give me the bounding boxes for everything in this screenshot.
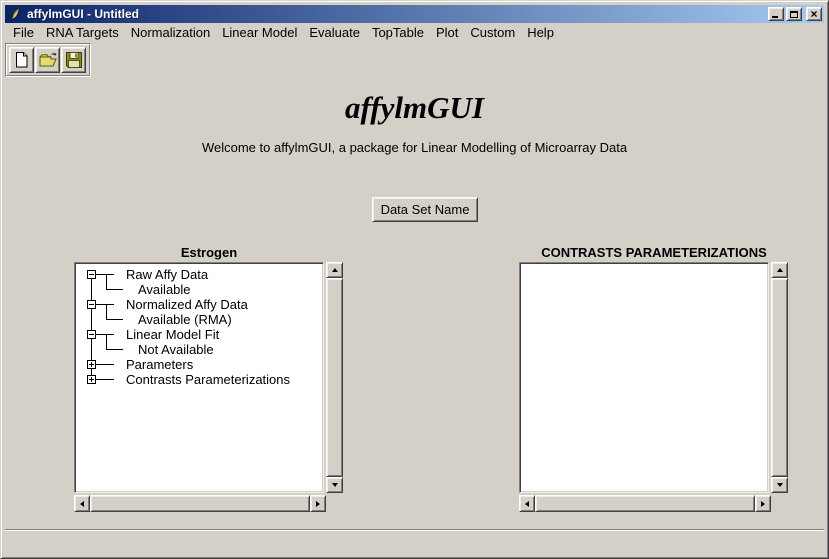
data-set-name-button[interactable]: Data Set Name (372, 197, 478, 222)
arrow-left-icon (525, 501, 529, 507)
toolbar-inner (6, 44, 90, 76)
status-tree: Raw Affy DataAvailableNormalized Affy Da… (76, 264, 322, 491)
arrow-left-icon (80, 501, 84, 507)
tree-item-label[interactable]: Contrasts Parameterizations (126, 372, 290, 387)
tree-connector-line (106, 289, 123, 290)
tree-connector-line (106, 334, 107, 349)
arrow-down-icon (332, 483, 338, 487)
arrow-right-icon (316, 501, 320, 507)
contrasts-header: CONTRASTS PARAMETERIZATIONS (519, 245, 789, 260)
menu-item-evaluate[interactable]: Evaluate (303, 24, 366, 41)
contrasts-panel: CONTRASTS PARAMETERIZATIONS (519, 245, 789, 513)
window-controls: × (766, 7, 822, 21)
menu-item-toptable[interactable]: TopTable (366, 24, 430, 41)
save-floppy-icon (65, 51, 83, 69)
maximize-button[interactable] (786, 7, 802, 21)
arrow-up-icon (332, 268, 338, 272)
arrow-down-icon (777, 483, 783, 487)
scroll-left-button[interactable] (519, 495, 535, 512)
minus-icon (89, 334, 94, 335)
status-strip (5, 530, 824, 554)
menu-item-custom[interactable]: Custom (464, 24, 521, 41)
horizontal-scrollbar-thumb[interactable] (90, 495, 310, 512)
tree-expand-toggle[interactable] (87, 360, 96, 369)
scroll-left-button[interactable] (74, 495, 90, 512)
tree-connector-line (96, 274, 114, 275)
arrow-up-icon (777, 268, 783, 272)
window-title: affylmGUI - Untitled (27, 7, 139, 21)
contrasts-horizontal-scrollbar[interactable] (519, 495, 771, 512)
contrasts-list (521, 264, 767, 491)
tree-item-label[interactable]: Parameters (126, 357, 193, 372)
scroll-down-button[interactable] (771, 477, 788, 493)
scroll-up-button[interactable] (771, 262, 788, 278)
vertical-scrollbar-thumb[interactable] (326, 278, 343, 477)
titlebar[interactable]: affylmGUI - Untitled × (5, 5, 824, 23)
minimize-button[interactable] (768, 7, 784, 21)
minus-icon (89, 274, 94, 275)
tree-item-label[interactable]: Available (138, 282, 191, 297)
close-icon: × (810, 9, 817, 19)
new-file-button[interactable] (9, 47, 34, 73)
scroll-right-button[interactable] (755, 495, 771, 512)
app-title: affylmGUI (5, 90, 824, 126)
scroll-down-button[interactable] (326, 477, 343, 493)
welcome-text: Welcome to affylmGUI, a package for Line… (5, 140, 824, 155)
tree-item-label[interactable]: Normalized Affy Data (126, 297, 248, 312)
status-tree-horizontal-scrollbar[interactable] (74, 495, 326, 512)
open-folder-icon (38, 51, 58, 69)
menubar: FileRNA TargetsNormalizationLinear Model… (5, 23, 824, 42)
tree-expand-toggle[interactable] (87, 300, 96, 309)
save-file-button[interactable] (61, 47, 86, 73)
feather-icon (7, 6, 23, 22)
contrasts-vertical-scrollbar[interactable] (771, 262, 788, 493)
tree-connector-line (96, 304, 114, 305)
contrasts-listbox[interactable] (519, 262, 769, 493)
menu-item-rna-targets[interactable]: RNA Targets (40, 24, 125, 41)
tree-connector-line (106, 274, 107, 289)
tree-item-label[interactable]: Not Available (138, 342, 214, 357)
tree-item-label[interactable]: Available (RMA) (138, 312, 232, 327)
open-file-button[interactable] (35, 47, 60, 73)
tree-connector-line (106, 349, 123, 350)
status-panel: Estrogen Raw Affy DataAvailableNormalize… (74, 245, 344, 513)
tree-expand-toggle[interactable] (87, 330, 96, 339)
tree-expand-toggle[interactable] (87, 375, 96, 384)
plus-icon-vertical (91, 362, 92, 367)
scroll-up-button[interactable] (326, 262, 343, 278)
application-window: affylmGUI - Untitled × FileRNA TargetsNo… (0, 0, 829, 559)
tree-item-label[interactable]: Linear Model Fit (126, 327, 219, 342)
tree-connector-line (96, 379, 114, 380)
status-tree-vertical-scrollbar[interactable] (326, 262, 343, 493)
minimize-icon (772, 16, 778, 18)
toolbar (5, 43, 91, 77)
tree-connector-line (96, 364, 114, 365)
menu-item-normalization[interactable]: Normalization (125, 24, 216, 41)
vertical-scrollbar-thumb[interactable] (771, 278, 788, 477)
menu-item-file[interactable]: File (7, 24, 40, 41)
tree-item-label[interactable]: Raw Affy Data (126, 267, 208, 282)
close-button[interactable]: × (806, 7, 822, 21)
minus-icon (89, 304, 94, 305)
status-tree-listbox[interactable]: Raw Affy DataAvailableNormalized Affy Da… (74, 262, 324, 493)
tree-connector-line (96, 334, 114, 335)
tree-expand-toggle[interactable] (87, 270, 96, 279)
tree-connector-line (106, 319, 123, 320)
new-document-icon (13, 51, 30, 69)
arrow-right-icon (761, 501, 765, 507)
scroll-right-button[interactable] (310, 495, 326, 512)
maximize-icon (790, 11, 798, 18)
menu-item-plot[interactable]: Plot (430, 24, 464, 41)
menu-item-help[interactable]: Help (521, 24, 560, 41)
menu-item-linear-model[interactable]: Linear Model (216, 24, 303, 41)
dataset-name-header: Estrogen (74, 245, 344, 260)
tree-connector-line (106, 304, 107, 319)
horizontal-scrollbar-thumb[interactable] (535, 495, 755, 512)
main-content: affylmGUI Welcome to affylmGUI, a packag… (5, 42, 824, 530)
plus-icon-vertical (91, 377, 92, 382)
